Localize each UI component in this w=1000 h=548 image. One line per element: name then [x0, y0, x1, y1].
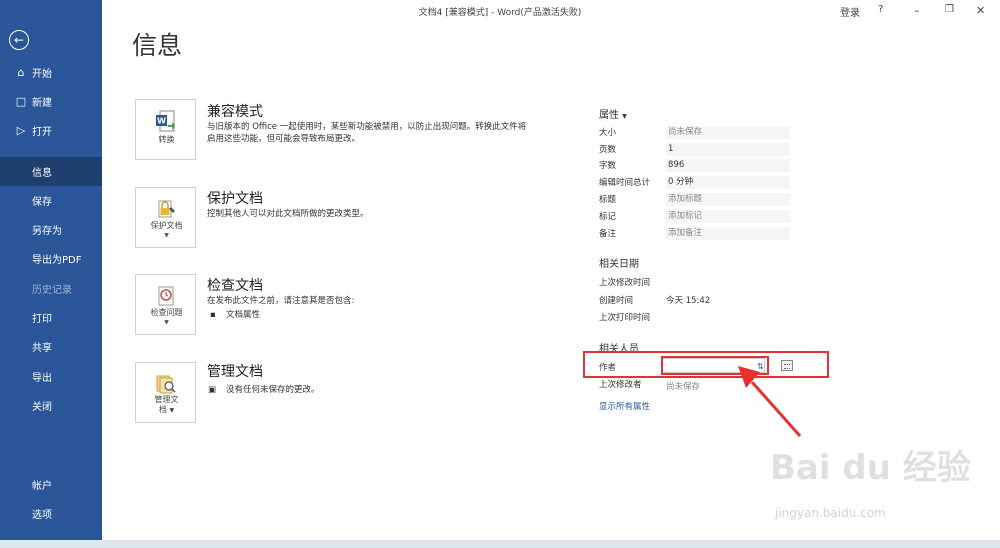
last-modified-by-label: 上次修改者: [599, 380, 642, 390]
chevron-down-icon: ▼: [164, 319, 169, 326]
chevron-down-icon: ▼: [164, 232, 169, 239]
date-last-printed-label: 上次打印时间: [599, 313, 651, 323]
sidebar-item-open[interactable]: ▷ 打开: [0, 116, 102, 145]
prop-pages-value: 1: [666, 143, 790, 156]
lock-icon: [158, 200, 175, 218]
compat-mode-desc-1: 与旧版本的 Office 一起使用时，某些新功能被禁用，以防止出现问题。转换此文…: [207, 122, 527, 132]
backstage-sidebar: ← ⌂ 开始 □ 新建 ▷ 打开 信息 保存 另存为 导出为PDF 历史记录 打印 共…: [0, 0, 102, 548]
svg-text:W: W: [157, 117, 166, 126]
protect-document-button[interactable]: 保护文档 ▼: [135, 187, 196, 248]
sidebar-item-save-as[interactable]: 另存为: [0, 215, 102, 244]
related-dates-heading: 相关日期: [599, 259, 639, 270]
signin-link[interactable]: 登录: [840, 4, 860, 19]
chevron-down-icon: ▼: [169, 407, 175, 414]
watermark-url: jingyan.baidu.com: [775, 506, 886, 520]
taskbar: [0, 540, 1000, 548]
prop-title-label: 标题: [599, 195, 617, 205]
bullet-icon: ▪: [210, 310, 216, 320]
sidebar-item-export[interactable]: 导出: [0, 362, 102, 391]
compat-mode-heading: 兼容模式: [207, 104, 263, 120]
prop-words-label: 字数: [599, 161, 617, 171]
prop-comments-label: 备注: [599, 229, 617, 239]
prop-tags-input[interactable]: 添加标记: [666, 210, 790, 223]
sidebar-item-history: 历史记录: [32, 285, 72, 296]
manage-document-button-label-2: 档 ▼: [158, 405, 175, 414]
sidebar-item-home[interactable]: ⌂ 开始: [0, 58, 102, 87]
sidebar-item-close[interactable]: 关闭: [0, 391, 102, 420]
annotation-arrow: [738, 366, 802, 437]
chevron-down-icon: ▼: [622, 113, 627, 120]
back-arrow-icon[interactable]: ←: [9, 30, 29, 50]
page-title: 信息: [132, 31, 183, 60]
date-last-modified-label: 上次修改时间: [599, 278, 651, 288]
last-modified-by-value: 尚未保存: [666, 382, 701, 392]
manage-document-desc: 没有任何未保存的更改。: [226, 385, 320, 395]
watermark-logo: Bai du 经验: [770, 448, 971, 488]
show-all-properties-link[interactable]: 显示所有属性: [599, 400, 650, 412]
inspect-bullet-doc-properties: 文档属性: [226, 310, 261, 320]
sidebar-item-account[interactable]: 帐户: [0, 470, 102, 499]
sidebar-item-share[interactable]: 共享: [0, 332, 102, 361]
manage-document-button-label-1: 管理文: [154, 395, 179, 404]
sidebar-item-options[interactable]: 选项: [0, 499, 102, 528]
new-document-icon: □: [15, 95, 27, 108]
home-icon: ⌂: [17, 66, 25, 79]
prop-comments-input[interactable]: 添加备注: [666, 227, 790, 240]
sidebar-item-info[interactable]: 信息: [0, 157, 102, 186]
convert-button-label: 转换: [158, 135, 175, 144]
manage-document-button[interactable]: 管理文 档 ▼: [135, 362, 196, 423]
properties-heading[interactable]: 属性 ▼: [599, 106, 627, 121]
date-created-label: 创建时间: [599, 296, 634, 306]
protect-document-button-label: 保护文档: [150, 221, 183, 230]
prop-pages-label: 页数: [599, 145, 617, 155]
convert-button[interactable]: W 转换: [135, 99, 196, 160]
sidebar-item-export-pdf[interactable]: 导出为PDF: [0, 244, 102, 273]
check-issues-button[interactable]: 检查问题 ▼: [135, 274, 196, 335]
manage-document-heading: 管理文档: [207, 364, 263, 380]
inspect-document-heading: 检查文档: [207, 278, 263, 294]
protect-document-desc: 控制其他人可以对此文档所做的更改类型。: [207, 209, 369, 219]
sidebar-item-print[interactable]: 打印: [0, 303, 102, 332]
compat-mode-desc-2: 启用这些功能，但可能会导致布局更改。: [207, 134, 361, 144]
help-button[interactable]: ?: [878, 4, 883, 15]
inspect-document-desc: 在发布此文件之前，请注意其是否包含:: [207, 296, 355, 306]
prop-edit-time-value: 0 分钟: [666, 176, 790, 189]
close-icon[interactable]: ✕: [976, 4, 985, 17]
document-icon: ▣: [208, 385, 217, 395]
sidebar-item-save[interactable]: 保存: [0, 186, 102, 215]
open-folder-icon: ▷: [16, 124, 26, 137]
manage-document-icon: [156, 375, 176, 394]
prop-size-value: 尚未保存: [666, 126, 790, 139]
date-created-value: 今天 15:42: [666, 296, 711, 306]
minimize-icon[interactable]: –: [914, 4, 920, 17]
prop-size-label: 大小: [599, 128, 617, 138]
word-convert-icon: W: [156, 110, 175, 132]
prop-words-value: 896: [666, 159, 790, 172]
restore-icon[interactable]: ❐: [945, 4, 954, 15]
prop-edit-time-label: 编辑时间总计: [599, 178, 651, 188]
prop-title-input[interactable]: 添加标题: [666, 193, 790, 206]
protect-document-heading: 保护文档: [207, 191, 263, 207]
sidebar-item-new[interactable]: □ 新建: [0, 87, 102, 116]
prop-tags-label: 标记: [599, 212, 617, 222]
inspect-icon: [158, 286, 174, 306]
check-issues-button-label: 检查问题: [150, 308, 183, 317]
